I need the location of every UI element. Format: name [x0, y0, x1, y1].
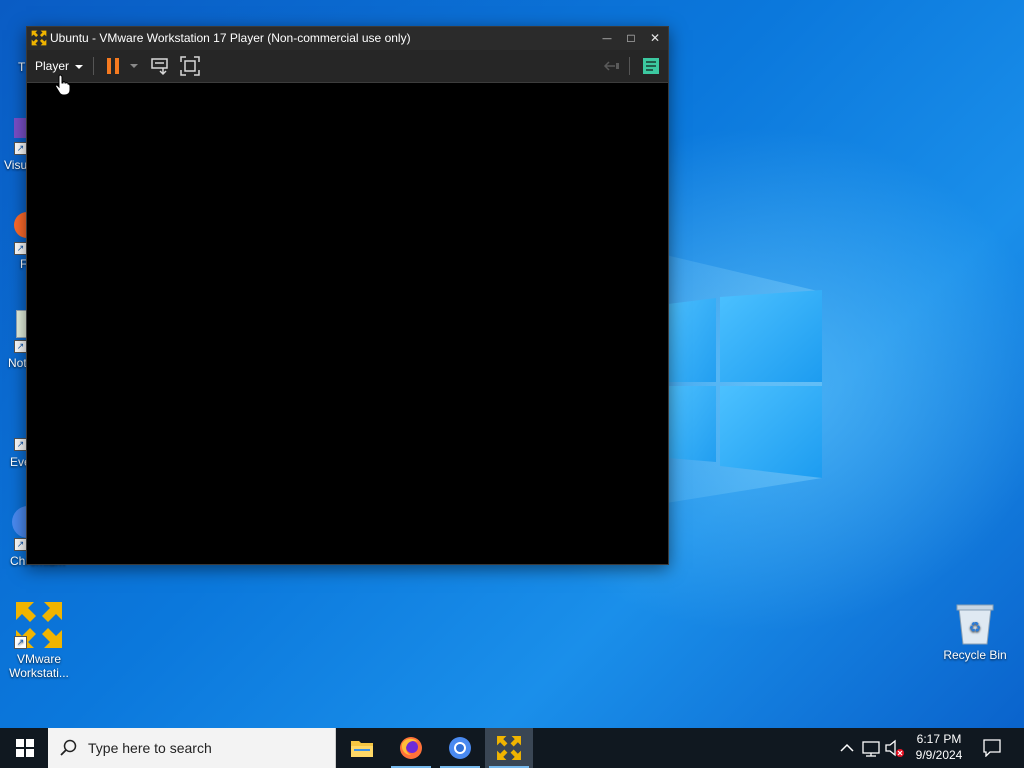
- vm-toolbar: Player: [27, 50, 668, 83]
- taskbar-app-vmware[interactable]: [485, 728, 533, 768]
- vm-display[interactable]: [27, 83, 668, 564]
- visual-studio-icon[interactable]: [14, 118, 26, 138]
- desktop-icon-vmware[interactable]: ↗ VMware Workstati...: [0, 600, 78, 680]
- network-icon[interactable]: [860, 728, 882, 768]
- desktop-icon-label-visu: Visu: [4, 158, 28, 172]
- library-icon[interactable]: [642, 57, 660, 75]
- file-explorer-icon: [351, 741, 373, 757]
- title-bar[interactable]: Ubuntu - VMware Workstation 17 Player (N…: [27, 27, 668, 50]
- desktop-icon-recycle-bin[interactable]: ♻ Recycle Bin: [936, 602, 1014, 662]
- shortcut-arrow-icon: ↗: [14, 636, 27, 649]
- chromium-icon: [449, 737, 471, 759]
- toolbar-separator: [629, 57, 630, 75]
- maximize-button[interactable]: □: [619, 27, 643, 50]
- windows-logo-icon: [16, 739, 34, 757]
- start-button[interactable]: [0, 728, 48, 768]
- pause-icon[interactable]: [106, 57, 122, 75]
- notification-center-button[interactable]: [978, 728, 1008, 768]
- taskbar-app-chromium[interactable]: [436, 728, 484, 768]
- chevron-down-icon: [75, 64, 84, 69]
- unity-icon: [603, 61, 619, 71]
- window-title: Ubuntu - VMware Workstation 17 Player (N…: [50, 31, 411, 45]
- clock[interactable]: 6:17 PM 9/9/2024: [904, 731, 974, 763]
- vmware-icon: [497, 736, 521, 760]
- hand-cursor-icon: [55, 74, 71, 96]
- clock-date: 9/9/2024: [915, 748, 963, 762]
- taskbar: Type here to search 6:17 PM 9/9/2024: [0, 728, 1024, 768]
- recycle-bin-icon: ♻: [956, 604, 994, 645]
- clock-time: 6:17 PM: [916, 732, 962, 746]
- fullscreen-icon[interactable]: [180, 56, 200, 76]
- volume-muted-icon[interactable]: [884, 728, 906, 768]
- toolbar-separator: [93, 57, 94, 75]
- chevron-up-icon[interactable]: [836, 728, 858, 768]
- search-placeholder: Type here to search: [88, 740, 212, 756]
- send-ctrl-alt-del-icon[interactable]: [150, 56, 170, 76]
- search-input[interactable]: Type here to search: [48, 728, 336, 768]
- desktop-icon-label-t: T: [18, 60, 26, 74]
- firefox-icon: [400, 737, 422, 759]
- desktop-icon-label-not: Not: [8, 356, 27, 370]
- desktop-icon-label-vmware-1: VMware: [16, 652, 61, 666]
- taskbar-app-file-explorer[interactable]: [338, 728, 386, 768]
- pause-dropdown-icon[interactable]: [130, 64, 138, 68]
- desktop-icon-label-vmware-2: Workstati...: [9, 666, 69, 680]
- close-button[interactable]: ✕: [643, 27, 667, 50]
- notification-icon: [983, 739, 1001, 757]
- desktop-icon-label-recycle-bin: Recycle Bin: [943, 648, 1007, 662]
- player-menu-label: Player: [35, 59, 70, 73]
- search-icon: [60, 739, 77, 756]
- taskbar-app-firefox[interactable]: [387, 728, 435, 768]
- vmware-icon: [31, 30, 47, 46]
- minimize-button[interactable]: —: [595, 27, 619, 50]
- vmware-player-window[interactable]: Ubuntu - VMware Workstation 17 Player (N…: [26, 26, 669, 565]
- svg-text:♻: ♻: [969, 620, 982, 636]
